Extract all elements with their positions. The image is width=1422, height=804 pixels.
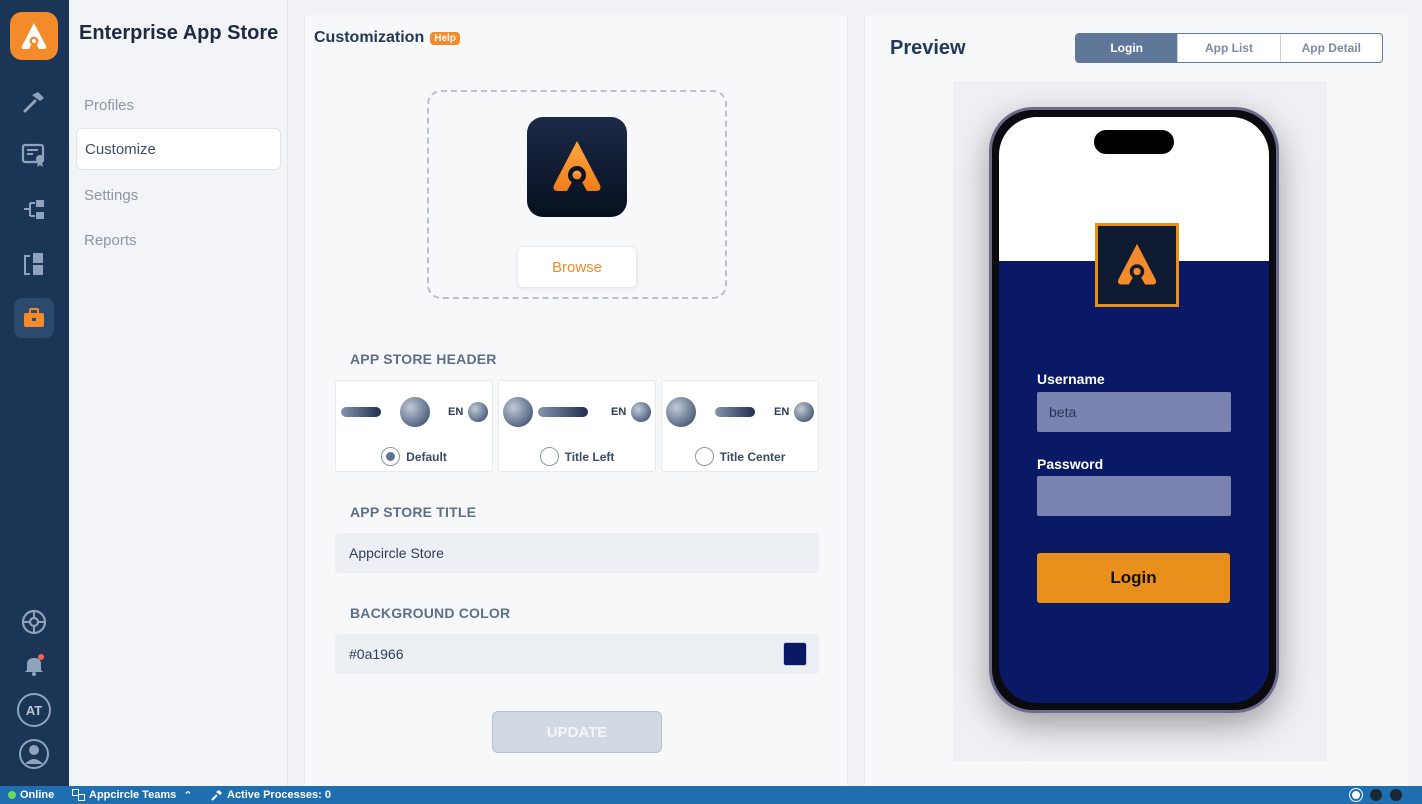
background-color-value: #0a1966 bbox=[349, 646, 404, 662]
header-avatar-graphic bbox=[468, 402, 488, 422]
header-option-default[interactable]: EN Default bbox=[335, 380, 493, 472]
sub-navigation: Enterprise App Store Profiles Customize … bbox=[69, 0, 288, 786]
settings-wheel-icon[interactable] bbox=[14, 602, 54, 642]
team-label: Appcircle Teams bbox=[89, 789, 177, 801]
app-store-title-input[interactable]: Appcircle Store bbox=[335, 533, 819, 573]
tab-login[interactable]: Login bbox=[1076, 34, 1179, 62]
app-store-title-label: APP STORE TITLE bbox=[350, 504, 477, 520]
color-swatch[interactable] bbox=[783, 642, 807, 666]
icon-rail: AT bbox=[0, 0, 69, 786]
status-indicator-icon[interactable] bbox=[1370, 789, 1382, 801]
panel-title: Customization bbox=[314, 29, 425, 46]
team-icon bbox=[72, 789, 85, 801]
active-processes-label: Active Processes: 0 bbox=[227, 789, 331, 801]
active-processes[interactable]: Active Processes: 0 bbox=[210, 789, 331, 802]
app-store-icon-preview bbox=[527, 117, 627, 217]
status-bar: Online Appcircle Teams ⌃ Active Processe… bbox=[0, 786, 1422, 804]
radio-label-title-center: Title Center bbox=[719, 449, 786, 464]
radio-title-left[interactable] bbox=[539, 447, 559, 466]
hammer-small-icon bbox=[211, 789, 222, 801]
status-indicator-icon[interactable] bbox=[1390, 789, 1402, 801]
language-label: EN bbox=[611, 406, 627, 418]
header-logo-graphic bbox=[400, 397, 430, 427]
phone-login-button[interactable]: Login bbox=[1037, 553, 1230, 603]
phone-screen: Username beta Password Login bbox=[999, 117, 1269, 703]
hammer-icon[interactable] bbox=[14, 82, 54, 122]
header-bar-graphic bbox=[715, 407, 755, 417]
header-option-title-left[interactable]: EN Title Left bbox=[498, 380, 656, 472]
briefcase-icon[interactable] bbox=[14, 298, 54, 338]
browse-button[interactable]: Browse bbox=[517, 246, 637, 288]
radio-row-title-left: Title Left bbox=[499, 447, 655, 466]
header-bar-graphic bbox=[341, 407, 381, 417]
password-label: Password bbox=[1037, 456, 1104, 472]
header-avatar-graphic bbox=[794, 402, 814, 422]
subnav-item-customize[interactable]: Customize bbox=[76, 128, 281, 170]
avatar-initials: AT bbox=[17, 693, 51, 727]
language-label: EN bbox=[774, 406, 790, 418]
online-label: Online bbox=[20, 789, 55, 801]
preview-panel: Preview Login App List App Detail Userna… bbox=[864, 15, 1408, 786]
tab-app-detail[interactable]: App Detail bbox=[1281, 34, 1382, 62]
radio-label-title-left: Title Left bbox=[564, 449, 615, 464]
app-store-header-label: APP STORE HEADER bbox=[350, 351, 497, 367]
team-switcher[interactable]: Appcircle Teams ⌃ bbox=[72, 789, 192, 802]
certificate-icon[interactable] bbox=[14, 135, 54, 175]
radio-label-default: Default bbox=[406, 449, 447, 464]
testing-icon[interactable] bbox=[14, 244, 54, 284]
username-label: Username bbox=[1037, 371, 1105, 387]
background-color-input[interactable]: #0a1966 bbox=[335, 634, 819, 674]
radio-row-title-center: Title Center bbox=[662, 447, 818, 466]
customization-panel: Customization Help Browse APP STORE HEAD… bbox=[304, 15, 848, 786]
preview-tabs: Login App List App Detail bbox=[1075, 33, 1383, 63]
online-status: Online bbox=[8, 789, 54, 801]
radio-title-center[interactable] bbox=[694, 447, 714, 466]
online-dot-icon bbox=[8, 791, 16, 799]
header-logo-graphic bbox=[503, 397, 533, 427]
language-label: EN bbox=[448, 406, 464, 418]
phone-app-logo-icon bbox=[1095, 223, 1179, 307]
subnav-item-settings[interactable]: Settings bbox=[76, 174, 281, 216]
header-logo-graphic bbox=[666, 397, 696, 427]
header-bar-graphic bbox=[538, 407, 588, 417]
chevron-up-icon: ⌃ bbox=[183, 789, 193, 802]
user-profile-icon[interactable] bbox=[14, 734, 54, 774]
phone-mockup: Username beta Password Login bbox=[989, 107, 1279, 713]
radio-default[interactable] bbox=[381, 447, 401, 466]
header-avatar-graphic bbox=[631, 402, 651, 422]
tab-app-list[interactable]: App List bbox=[1178, 34, 1281, 62]
background-color-label: BACKGROUND COLOR bbox=[350, 605, 511, 621]
update-button[interactable]: UPDATE bbox=[492, 711, 662, 753]
phone-notch bbox=[1094, 130, 1174, 154]
icon-upload-dropzone[interactable]: Browse bbox=[427, 90, 727, 299]
customization-header: Customization Help bbox=[314, 29, 460, 47]
distribution-icon[interactable] bbox=[14, 190, 54, 230]
subnav-item-profiles[interactable]: Profiles bbox=[76, 84, 281, 126]
help-badge[interactable]: Help bbox=[430, 31, 460, 45]
status-indicators bbox=[1349, 788, 1402, 802]
username-input[interactable]: beta bbox=[1037, 392, 1231, 432]
section-title: Enterprise App Store bbox=[79, 22, 279, 44]
password-input[interactable] bbox=[1037, 476, 1231, 516]
header-option-title-center[interactable]: EN Title Center bbox=[661, 380, 819, 472]
radio-row-default: Default bbox=[336, 447, 492, 466]
avatar[interactable]: AT bbox=[14, 690, 54, 730]
notification-bell-icon[interactable] bbox=[14, 645, 54, 685]
status-indicator-icon[interactable] bbox=[1349, 788, 1363, 802]
preview-title: Preview bbox=[890, 37, 966, 59]
appcircle-logo-icon[interactable] bbox=[10, 12, 58, 60]
subnav-item-reports[interactable]: Reports bbox=[76, 219, 281, 261]
